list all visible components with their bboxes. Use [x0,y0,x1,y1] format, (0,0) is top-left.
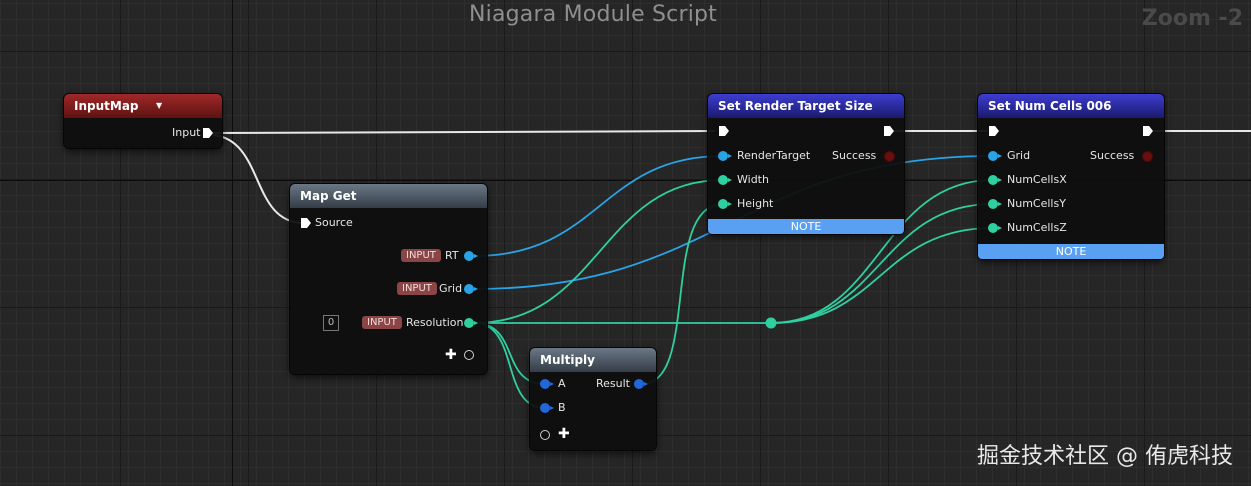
set-cells-success-label: Success [1090,149,1135,162]
set-rt-height-pin[interactable] [718,199,732,209]
inputmap-input-label: Input [172,126,201,139]
map-get-grid-label: Grid [439,282,463,295]
add-pin-plus-icon[interactable]: ✚ [445,348,457,362]
map-get-node[interactable]: Map Get Source INPUT RT INPUT Grid 0 INP… [290,184,487,374]
watermark: 掘金技术社区 @ 侑虎科技 [977,444,1233,469]
set-render-target-size-node[interactable]: Set Render Target Size RenderTarget Succ… [708,94,904,234]
multiply-header[interactable]: Multiply [530,348,656,372]
set-rt-width-pin[interactable] [718,175,732,185]
wire-rt-to-rendertarget [473,155,724,257]
multiply-add-pin-plus-icon[interactable]: ✚ [558,427,570,441]
map-get-rt-pin[interactable] [464,251,478,261]
set-cells-header[interactable]: Set Num Cells 006 [978,94,1164,118]
input-badge-grid: INPUT [397,282,437,295]
exec-pin-icon [203,128,213,138]
exec-pin-icon [719,126,729,136]
set-rt-success-label: Success [832,149,877,162]
multiply-node[interactable]: Multiply A Result B ✚ [530,348,656,450]
map-get-rt-label: RT [445,249,459,262]
resolution-index-field[interactable]: 0 [323,315,339,331]
set-cells-y-label: NumCellsY [1007,197,1066,210]
set-cells-x-label: NumCellsX [1007,173,1067,186]
set-cells-note-bar[interactable]: NOTE [978,244,1164,259]
dropdown-chevron-icon[interactable]: ▼ [156,101,162,110]
map-get-resolution-label: Resolution [406,316,464,329]
input-badge-resolution: INPUT [362,316,402,329]
exec-pin-icon [1143,126,1153,136]
wire-reroute-to-z [770,227,994,324]
map-get-header[interactable]: Map Get [290,184,487,208]
set-num-cells-node[interactable]: Set Num Cells 006 Grid Success NumCellsX… [978,94,1164,259]
set-rt-note-bar[interactable]: NOTE [708,219,904,234]
wire-res-to-width [473,179,724,324]
set-cells-x-pin[interactable] [988,175,1002,185]
multiply-title: Multiply [540,353,595,367]
input-badge-rt: INPUT [401,249,441,262]
set-rt-title: Set Render Target Size [718,99,873,113]
set-cells-z-label: NumCellsZ [1007,221,1067,234]
set-rt-width-label: Width [737,173,769,186]
exec-pin-icon [989,126,999,136]
set-rt-rendertarget-label: RenderTarget [737,149,811,162]
set-cells-y-pin[interactable] [988,199,1002,209]
set-rt-rendertarget-pin[interactable] [718,151,732,161]
set-cells-title: Set Num Cells 006 [988,99,1112,113]
reroute-knot [765,317,777,329]
inputmap-header[interactable]: InputMap [64,94,222,118]
map-get-resolution-pin[interactable] [464,318,478,328]
exec-pin-icon [301,218,311,228]
multiply-result-label: Result [596,377,630,390]
map-get-title: Map Get [300,189,357,203]
set-cells-success-pin[interactable] [1142,151,1153,162]
set-cells-grid-label: Grid [1007,149,1031,162]
set-rt-success-pin[interactable] [884,151,895,162]
map-get-source-label: Source [315,216,353,229]
inputmap-title: InputMap [74,99,139,113]
set-cells-grid-pin[interactable] [988,151,1002,161]
multiply-result-pin[interactable] [634,379,648,389]
multiply-b-pin[interactable] [540,403,554,413]
inputmap-node[interactable]: InputMap ▼ Input [64,94,222,148]
multiply-a-pin[interactable] [540,379,554,389]
exec-pin-icon [884,126,894,136]
multiply-a-label: A [558,377,566,390]
set-rt-height-label: Height [737,197,774,210]
multiply-add-pin-hollow-icon[interactable] [540,430,550,440]
set-cells-z-pin[interactable] [988,223,1002,233]
set-rt-header[interactable]: Set Render Target Size [708,94,904,118]
map-get-grid-pin[interactable] [464,284,478,294]
wire-exec-input-to-setrt [212,130,716,134]
multiply-b-label: B [558,401,566,414]
add-pin-hollow-icon[interactable] [464,350,474,360]
